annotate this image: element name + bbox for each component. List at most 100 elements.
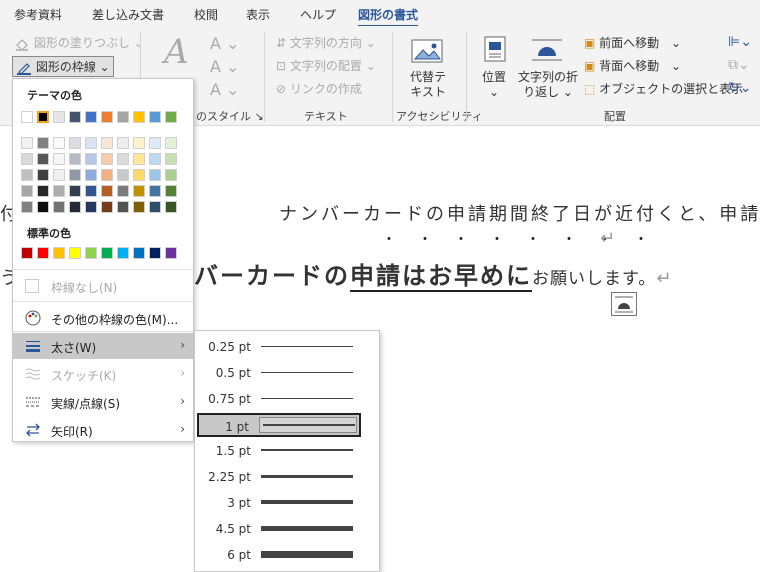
theme-color-swatch[interactable] xyxy=(53,111,65,123)
theme-shade-swatch[interactable] xyxy=(53,137,65,149)
theme-color-swatch[interactable] xyxy=(101,111,113,123)
theme-shade-swatch[interactable] xyxy=(69,169,81,181)
theme-shade-swatch[interactable] xyxy=(21,185,33,197)
theme-color-swatch[interactable] xyxy=(85,111,97,123)
standard-color-swatch[interactable] xyxy=(37,247,49,259)
weight-option[interactable]: 4.5 pt xyxy=(195,517,379,541)
theme-color-swatch[interactable] xyxy=(69,111,81,123)
theme-shade-swatch[interactable] xyxy=(85,201,97,213)
theme-shade-swatch[interactable] xyxy=(117,169,129,181)
theme-shade-swatch[interactable] xyxy=(165,137,177,149)
tab-view[interactable]: 表示 xyxy=(246,6,270,23)
theme-shade-swatch[interactable] xyxy=(133,153,145,165)
theme-shade-swatch[interactable] xyxy=(101,137,113,149)
text-outline-icon[interactable]: A ⌄ xyxy=(210,57,239,76)
weight-option[interactable]: 0.5 pt xyxy=(195,361,379,385)
weight-option[interactable]: 3 pt xyxy=(195,491,379,515)
theme-color-swatch[interactable] xyxy=(37,111,49,123)
theme-shade-swatch[interactable] xyxy=(133,185,145,197)
theme-shade-swatch[interactable] xyxy=(133,201,145,213)
theme-color-swatch[interactable] xyxy=(117,111,129,123)
theme-color-swatch[interactable] xyxy=(133,111,145,123)
align-icon[interactable]: ⊫⌄ xyxy=(728,34,752,50)
theme-color-swatch[interactable] xyxy=(165,111,177,123)
text-direction-button[interactable]: ⇵ 文字列の方向 ⌄ xyxy=(276,34,376,51)
theme-shade-swatch[interactable] xyxy=(117,153,129,165)
theme-shade-swatch[interactable] xyxy=(117,137,129,149)
standard-color-swatch[interactable] xyxy=(101,247,113,259)
theme-shade-swatch[interactable] xyxy=(165,169,177,181)
theme-shade-swatch[interactable] xyxy=(37,201,49,213)
theme-shade-swatch[interactable] xyxy=(85,153,97,165)
theme-shade-swatch[interactable] xyxy=(101,153,113,165)
standard-color-swatch[interactable] xyxy=(149,247,161,259)
more-outline-colors-item[interactable]: その他の枠線の色(M)... xyxy=(13,305,193,331)
weight-option[interactable]: 0.25 pt xyxy=(195,335,379,359)
theme-shade-swatch[interactable] xyxy=(133,169,145,181)
theme-shade-swatch[interactable] xyxy=(133,137,145,149)
theme-shade-swatch[interactable] xyxy=(37,153,49,165)
text-fill-icon[interactable]: A ⌄ xyxy=(210,34,239,53)
theme-shade-swatch[interactable] xyxy=(101,185,113,197)
standard-color-swatch[interactable] xyxy=(85,247,97,259)
standard-color-swatch[interactable] xyxy=(133,247,145,259)
wrap-text-icon[interactable] xyxy=(530,36,564,66)
standard-color-swatch[interactable] xyxy=(117,247,129,259)
theme-shade-swatch[interactable] xyxy=(149,169,161,181)
alt-text-button[interactable]: 代替テ キスト xyxy=(410,70,446,100)
theme-shade-swatch[interactable] xyxy=(69,201,81,213)
tab-review[interactable]: 校閲 xyxy=(194,6,218,23)
theme-shade-swatch[interactable] xyxy=(165,185,177,197)
layout-options-icon[interactable] xyxy=(611,292,637,316)
tab-shape-format[interactable]: 図形の書式 xyxy=(358,6,419,28)
theme-shade-swatch[interactable] xyxy=(21,153,33,165)
theme-shade-swatch[interactable] xyxy=(69,137,81,149)
theme-shade-swatch[interactable] xyxy=(117,185,129,197)
position-icon[interactable] xyxy=(484,36,506,66)
theme-shade-swatch[interactable] xyxy=(69,185,81,197)
tab-mailings[interactable]: 差し込み文書 xyxy=(92,6,164,23)
theme-color-swatch[interactable] xyxy=(21,111,33,123)
theme-shade-swatch[interactable] xyxy=(149,153,161,165)
wordart-quick-style-icon[interactable]: A xyxy=(164,32,189,72)
text-effects-icon[interactable]: A ⌄ xyxy=(210,80,239,99)
theme-shade-swatch[interactable] xyxy=(53,169,65,181)
shape-outline-button[interactable]: 図形の枠線 ⌄ xyxy=(12,56,114,77)
theme-shade-swatch[interactable] xyxy=(37,169,49,181)
standard-color-swatch[interactable] xyxy=(53,247,65,259)
weight-item[interactable]: 太さ(W) › xyxy=(13,333,193,359)
align-text-button[interactable]: ⊡ 文字列の配置 ⌄ xyxy=(276,57,376,74)
theme-shade-swatch[interactable] xyxy=(37,137,49,149)
theme-shade-swatch[interactable] xyxy=(53,201,65,213)
tab-help[interactable]: ヘルプ xyxy=(300,6,336,23)
alt-text-icon[interactable] xyxy=(410,38,446,68)
rotate-icon[interactable]: ↻⌄ xyxy=(728,80,751,96)
standard-color-swatch[interactable] xyxy=(21,247,33,259)
weight-option[interactable]: 0.75 pt xyxy=(195,387,379,411)
shape-fill-button[interactable]: 図形の塗りつぶし ⌄ xyxy=(14,34,144,51)
create-link-button[interactable]: ⊘ リンクの作成 xyxy=(276,80,362,97)
theme-shade-swatch[interactable] xyxy=(53,153,65,165)
bring-forward-button[interactable]: ▣ 前面へ移動 ⌄ xyxy=(584,34,681,51)
theme-shade-swatch[interactable] xyxy=(117,201,129,213)
theme-shade-swatch[interactable] xyxy=(21,169,33,181)
theme-color-swatch[interactable] xyxy=(149,111,161,123)
tab-references[interactable]: 参考資料 xyxy=(14,6,62,23)
theme-shade-swatch[interactable] xyxy=(165,153,177,165)
theme-shade-swatch[interactable] xyxy=(165,201,177,213)
theme-shade-swatch[interactable] xyxy=(149,201,161,213)
group-objects-icon[interactable]: ⧉⌄ xyxy=(728,57,750,73)
wrap-text-button[interactable]: 文字列の折 り返し ⌄ xyxy=(518,70,578,100)
theme-shade-swatch[interactable] xyxy=(149,137,161,149)
weight-option[interactable]: 1 pt xyxy=(197,413,361,437)
dashes-item[interactable]: 実線/点線(S) › xyxy=(13,389,193,415)
weight-option[interactable]: 1.5 pt xyxy=(195,439,379,463)
send-backward-button[interactable]: ▣ 背面へ移動 ⌄ xyxy=(584,57,681,74)
weight-option[interactable]: 2.25 pt xyxy=(195,465,379,489)
standard-color-swatch[interactable] xyxy=(165,247,177,259)
selection-pane-button[interactable]: ⬚ オブジェクトの選択と表示 xyxy=(584,80,743,97)
arrows-item[interactable]: 矢印(R) › xyxy=(13,417,193,443)
weight-option[interactable]: 6 pt xyxy=(195,543,379,567)
no-outline-item[interactable]: 枠線なし(N) xyxy=(13,273,193,299)
theme-shade-swatch[interactable] xyxy=(69,153,81,165)
